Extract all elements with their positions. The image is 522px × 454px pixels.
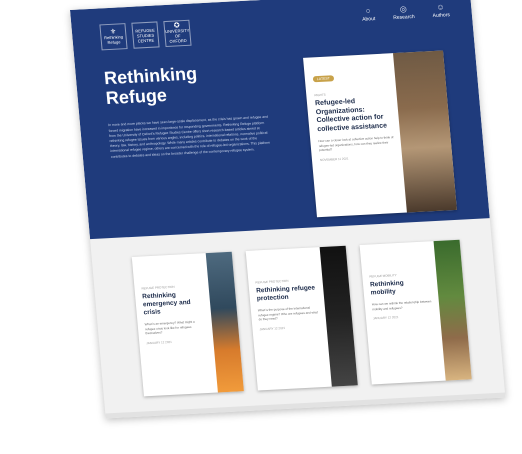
logo-line: Refuge <box>107 38 121 45</box>
page-footer-strip <box>105 392 506 419</box>
info-icon: ○ <box>365 6 371 16</box>
rethinking-refuge-logo[interactable]: ⚜ Rethinking Refuge <box>99 23 128 51</box>
article-card[interactable]: REFUGE PROTECTION Rethinking emergency a… <box>131 251 244 397</box>
article-excerpt: How can we rethink the relationship betw… <box>371 299 432 311</box>
article-title[interactable]: Rethinking mobility <box>370 278 431 297</box>
article-date: JANUARY 12 2021 <box>259 325 286 332</box>
featured-article-text: LATEST RIGHTS Refugee-led Organizations:… <box>312 63 396 162</box>
nav-research[interactable]: ◎ Research <box>392 4 415 21</box>
article-card-text: REFUGE PROTECTION Rethinking refugee pro… <box>255 269 320 331</box>
nav-label: Research <box>393 13 415 22</box>
article-title[interactable]: Rethinking refugee protection <box>256 284 317 303</box>
article-category: REFUGE PROTECTION <box>255 278 289 285</box>
article-card-text: REFUGE PROTECTION Rethinking emergency a… <box>141 275 207 345</box>
article-card-text: REFUGE MOBILITY Rethinking mobility How … <box>368 263 433 320</box>
article-title[interactable]: Rethinking emergency and crisis <box>142 290 204 317</box>
article-date: JANUARY 12 2021 <box>372 315 399 321</box>
user-icon: ☺ <box>436 2 446 12</box>
nav-label: About <box>361 16 376 23</box>
nav-about[interactable]: ○ About <box>361 6 376 23</box>
latest-badge: LATEST <box>312 75 335 83</box>
top-navigation: ○ About ◎ Research ☺ Authors <box>361 2 451 23</box>
logo-line: OXFORD <box>169 37 187 44</box>
page-title-line-1: Rethinking <box>103 63 198 89</box>
article-category: REFUGE MOBILITY <box>369 273 397 279</box>
nav-authors[interactable]: ☺ Authors <box>432 2 451 20</box>
refugee-studies-centre-logo[interactable]: REFUGEE STUDIES CENTRE <box>131 21 160 49</box>
article-excerpt: How can a closer look at collective acti… <box>318 135 394 153</box>
webpage-screenshot: ⚜ Rethinking Refuge REFUGEE STUDIES CENT… <box>70 0 506 419</box>
article-card-list: REFUGE PROTECTION Rethinking emergency a… <box>131 239 472 397</box>
partner-logos: ⚜ Rethinking Refuge REFUGEE STUDIES CENT… <box>99 19 192 51</box>
intro-paragraph: In more and more places we have seen lar… <box>108 115 271 159</box>
article-image <box>433 239 472 381</box>
article-date: NOVEMBER 11 2021 <box>319 156 349 162</box>
article-image <box>205 251 244 393</box>
article-date: JANUARY 12 2021 <box>146 339 173 346</box>
article-image <box>319 245 358 387</box>
article-excerpt: What is the purpose of the international… <box>257 305 318 322</box>
article-card[interactable]: REFUGE MOBILITY Rethinking mobility How … <box>359 239 472 385</box>
featured-article-title[interactable]: Refugee-led Organizations: Collective ac… <box>315 96 394 134</box>
article-excerpt: What is an emergency? What might a refug… <box>144 319 195 336</box>
article-category: REFUGE PROTECTION <box>141 284 175 291</box>
featured-article-image <box>392 50 457 213</box>
oxford-logo[interactable]: ✪ UNIVERSITY OF OXFORD <box>163 19 192 48</box>
logo-line: CENTRE <box>137 37 155 43</box>
hero-section: ⚜ Rethinking Refuge REFUGEE STUDIES CENT… <box>70 0 490 240</box>
nav-label: Authors <box>432 12 451 20</box>
article-card[interactable]: REFUGE PROTECTION Rethinking refugee pro… <box>245 245 358 391</box>
page-title: Rethinking Refuge <box>103 63 199 108</box>
research-icon: ◎ <box>399 4 408 14</box>
featured-article-card[interactable]: LATEST RIGHTS Refugee-led Organizations:… <box>303 50 457 218</box>
page-title-line-2: Refuge <box>104 85 168 109</box>
